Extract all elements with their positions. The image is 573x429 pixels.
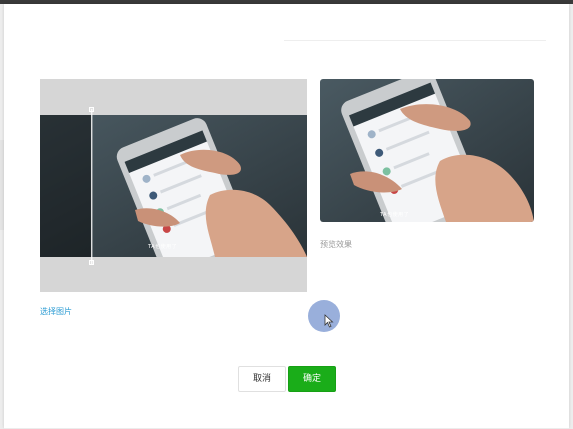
preview-label: 预览效果 <box>320 240 352 249</box>
crop-avatar-dialog: TA也使用了 TA也使用了 预览效果 选择图片 取消 确定 <box>4 4 569 429</box>
crop-frame-edge-shadow <box>92 109 93 265</box>
crop-handle-top[interactable] <box>89 107 94 112</box>
crop-image-caption: TA也使用了 <box>148 244 178 250</box>
crop-area[interactable]: TA也使用了 <box>40 79 307 292</box>
crop-dim-overlay <box>40 115 92 257</box>
preview-image-caption: TA也使用了 <box>380 212 410 218</box>
confirm-button[interactable]: 确定 <box>288 366 336 392</box>
select-image-link[interactable]: 选择图片 <box>40 306 72 317</box>
crop-handle-bottom[interactable] <box>89 260 94 265</box>
mouse-pointer-icon <box>324 314 334 328</box>
preview-image: TA也使用了 <box>320 79 534 222</box>
dialog-header-divider <box>284 40 546 41</box>
cancel-button[interactable]: 取消 <box>238 366 286 392</box>
